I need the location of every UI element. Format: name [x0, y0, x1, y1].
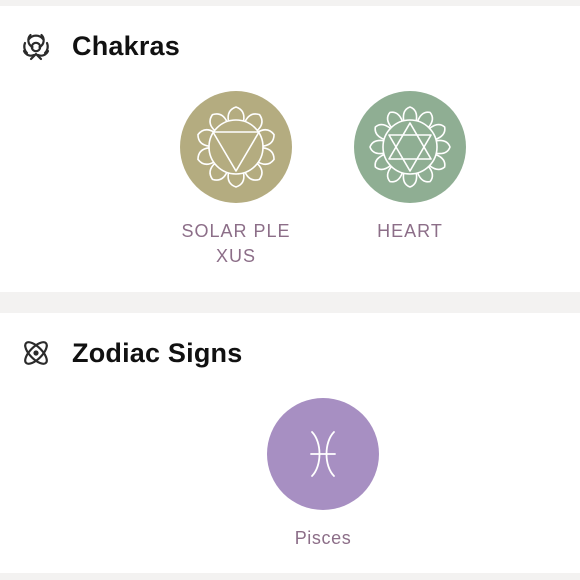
chakras-section: Chakras SOLAR PLEXUS HEART	[0, 6, 580, 292]
zodiac-label: Pisces	[294, 528, 352, 548]
zodiac-title: Zodiac Signs	[72, 337, 243, 368]
zodiac-item-pisces[interactable]: Pisces	[258, 398, 388, 551]
chakra-item-solar-plexus[interactable]: SOLAR PLEXUS	[171, 91, 301, 269]
heart-triangle-down	[388, 134, 432, 172]
chakra-label: HEART	[377, 221, 443, 241]
atom-icon	[18, 335, 54, 371]
lotus-petal	[227, 106, 245, 122]
lotus-inner-circle	[382, 119, 438, 175]
lotus-petal	[436, 139, 451, 155]
solar-plexus-chakra-icon	[197, 106, 275, 188]
lotus-petal	[369, 139, 384, 155]
heart-triangle-up	[388, 122, 432, 160]
solar-plexus-disc[interactable]	[180, 91, 292, 203]
solar-plexus-triangle	[212, 131, 260, 172]
lotus-petal	[402, 173, 418, 188]
heart-chakra-icon	[369, 106, 451, 188]
lotus-petal	[227, 172, 245, 188]
biohazard-icon	[18, 28, 54, 64]
lotus-petal	[402, 106, 418, 121]
heart-disc[interactable]	[354, 91, 466, 203]
pisces-disc[interactable]	[267, 398, 379, 510]
pisces-symbol-icon	[310, 431, 336, 477]
chakra-item-heart[interactable]: HEART	[345, 91, 475, 244]
chakras-title: Chakras	[72, 30, 180, 61]
chakras-section-header: Chakras	[18, 26, 180, 66]
zodiac-section: Zodiac Signs Pisces	[0, 313, 580, 573]
chakra-label: SOLAR PLEXUS	[181, 221, 291, 266]
lotus-inner-circle	[208, 119, 264, 175]
zodiac-section-header: Zodiac Signs	[18, 333, 242, 373]
